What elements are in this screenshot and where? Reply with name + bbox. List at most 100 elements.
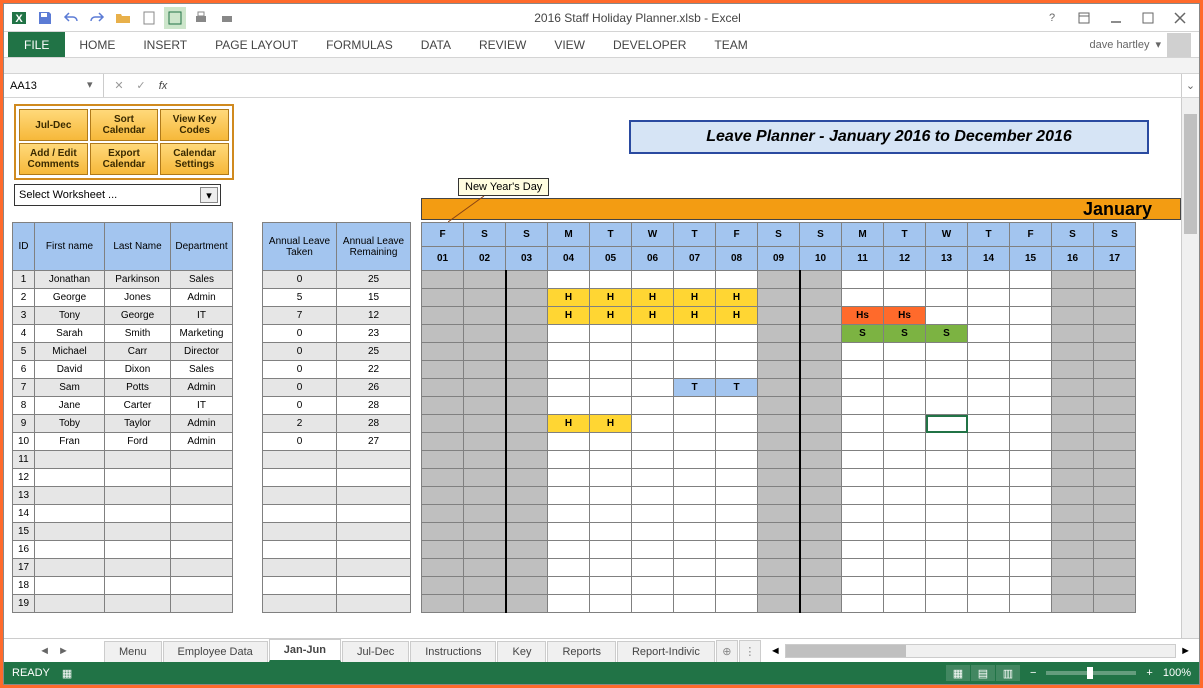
- staff-row[interactable]: 2GeorgeJonesAdmin: [13, 289, 233, 307]
- cal-cell[interactable]: [1052, 451, 1094, 469]
- cal-cell[interactable]: [800, 307, 842, 325]
- cal-cell[interactable]: [590, 379, 632, 397]
- cal-cell[interactable]: [1052, 289, 1094, 307]
- cal-row[interactable]: TT: [422, 379, 1136, 397]
- cal-cell[interactable]: [842, 487, 884, 505]
- scroll-left-icon[interactable]: ◄: [766, 645, 785, 657]
- cal-cell[interactable]: [758, 469, 800, 487]
- cal-cell[interactable]: [548, 379, 590, 397]
- undo-icon[interactable]: [60, 7, 82, 29]
- cal-cell[interactable]: [506, 469, 548, 487]
- cal-cell[interactable]: [464, 307, 506, 325]
- cal-cell[interactable]: [758, 379, 800, 397]
- cal-cell[interactable]: [674, 523, 716, 541]
- cal-cell[interactable]: [506, 523, 548, 541]
- cal-cell[interactable]: [758, 397, 800, 415]
- cal-cell[interactable]: Hs: [884, 307, 926, 325]
- vertical-scrollbar[interactable]: [1181, 98, 1199, 638]
- cal-cell[interactable]: [632, 325, 674, 343]
- cal-cell[interactable]: [1052, 433, 1094, 451]
- staff-row[interactable]: 7SamPottsAdmin: [13, 379, 233, 397]
- panel-button[interactable]: Sort Calendar: [90, 109, 159, 141]
- cal-cell[interactable]: [506, 361, 548, 379]
- ribbon-tab-page-layout[interactable]: PAGE LAYOUT: [201, 32, 312, 57]
- cal-cell[interactable]: [842, 451, 884, 469]
- cal-cell[interactable]: [506, 577, 548, 595]
- cal-cell[interactable]: [506, 343, 548, 361]
- cal-cell[interactable]: [464, 559, 506, 577]
- cal-cell[interactable]: H: [548, 415, 590, 433]
- cal-cell[interactable]: [1052, 559, 1094, 577]
- ribbon-tab-data[interactable]: DATA: [407, 32, 465, 57]
- enter-icon[interactable]: ✓: [132, 77, 150, 95]
- cal-cell[interactable]: [674, 415, 716, 433]
- cal-cell[interactable]: [716, 541, 758, 559]
- cal-cell[interactable]: H: [674, 307, 716, 325]
- cal-row[interactable]: [422, 433, 1136, 451]
- cal-cell[interactable]: [632, 451, 674, 469]
- cal-cell[interactable]: [800, 469, 842, 487]
- cal-cell[interactable]: [590, 433, 632, 451]
- cal-row[interactable]: [422, 541, 1136, 559]
- cal-cell[interactable]: [1052, 325, 1094, 343]
- cal-cell[interactable]: [1010, 505, 1052, 523]
- ribbon-tab-review[interactable]: REVIEW: [465, 32, 540, 57]
- cal-cell[interactable]: [422, 559, 464, 577]
- cal-cell[interactable]: [716, 523, 758, 541]
- cal-cell[interactable]: [422, 361, 464, 379]
- cal-cell[interactable]: [1052, 343, 1094, 361]
- cal-cell[interactable]: [842, 361, 884, 379]
- cal-cell[interactable]: [884, 451, 926, 469]
- cal-cell[interactable]: [758, 433, 800, 451]
- cal-cell[interactable]: H: [674, 289, 716, 307]
- maximize-icon[interactable]: [1133, 7, 1163, 29]
- cal-cell[interactable]: [548, 325, 590, 343]
- cal-cell[interactable]: [1094, 577, 1136, 595]
- cal-cell[interactable]: [506, 271, 548, 289]
- cal-cell[interactable]: [968, 325, 1010, 343]
- cal-cell[interactable]: [590, 325, 632, 343]
- cal-cell[interactable]: [590, 559, 632, 577]
- chevron-down-icon[interactable]: ▾: [1155, 38, 1161, 51]
- leave-row[interactable]: [263, 541, 411, 559]
- cal-cell[interactable]: [716, 415, 758, 433]
- cal-cell[interactable]: [1010, 451, 1052, 469]
- cal-cell[interactable]: [548, 451, 590, 469]
- cal-cell[interactable]: [716, 469, 758, 487]
- cal-cell[interactable]: [884, 361, 926, 379]
- cal-cell[interactable]: [632, 487, 674, 505]
- cal-cell[interactable]: [1010, 289, 1052, 307]
- cal-cell[interactable]: [884, 415, 926, 433]
- leave-row[interactable]: [263, 595, 411, 613]
- cal-cell[interactable]: [632, 523, 674, 541]
- cal-cell[interactable]: [506, 379, 548, 397]
- sheet-tab[interactable]: Jan-Jun: [269, 639, 341, 662]
- cal-cell[interactable]: [674, 487, 716, 505]
- cal-row[interactable]: HHHHH: [422, 289, 1136, 307]
- cal-cell[interactable]: [926, 415, 968, 433]
- cal-cell[interactable]: [464, 469, 506, 487]
- cal-cell[interactable]: [884, 271, 926, 289]
- cal-cell[interactable]: [884, 343, 926, 361]
- zoom-out-icon[interactable]: −: [1030, 667, 1036, 679]
- cal-cell[interactable]: H: [632, 307, 674, 325]
- cal-cell[interactable]: [758, 487, 800, 505]
- cal-cell[interactable]: [674, 505, 716, 523]
- cal-cell[interactable]: [926, 343, 968, 361]
- staff-row[interactable]: 19: [13, 595, 233, 613]
- scroll-right-icon[interactable]: ►: [1176, 645, 1195, 657]
- cal-cell[interactable]: [506, 451, 548, 469]
- cal-cell[interactable]: [1052, 577, 1094, 595]
- cal-cell[interactable]: [1052, 469, 1094, 487]
- cal-cell[interactable]: [758, 415, 800, 433]
- cal-cell[interactable]: [800, 595, 842, 613]
- help-icon[interactable]: ?: [1037, 7, 1067, 29]
- cal-cell[interactable]: [758, 559, 800, 577]
- cal-cell[interactable]: [1010, 325, 1052, 343]
- cal-cell[interactable]: [506, 505, 548, 523]
- cal-cell[interactable]: [926, 397, 968, 415]
- cal-row[interactable]: [422, 361, 1136, 379]
- cal-row[interactable]: [422, 343, 1136, 361]
- cal-cell[interactable]: [1010, 541, 1052, 559]
- cal-cell[interactable]: [674, 577, 716, 595]
